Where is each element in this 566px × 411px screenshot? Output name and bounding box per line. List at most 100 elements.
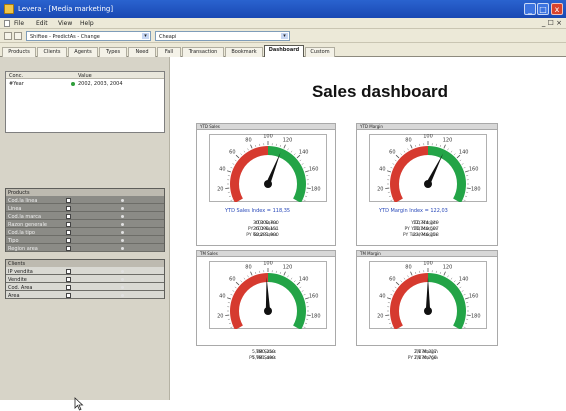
gauge-hub (264, 180, 272, 188)
filter-row-label: Cod.la linea (8, 198, 37, 204)
gauge-major-tick (387, 171, 391, 172)
gauge-tick-label: 40 (219, 167, 225, 173)
stat-value: 60,281,900 (253, 233, 279, 238)
close-button[interactable]: x (551, 3, 563, 15)
gauge-minor-tick (229, 323, 231, 324)
checkbox[interactable] (66, 238, 71, 243)
tab-clients[interactable]: Clients (37, 47, 67, 57)
filter-row[interactable]: Cod.la tipo (6, 229, 164, 236)
checkbox[interactable] (66, 222, 71, 227)
tab-agents[interactable]: Agents (68, 47, 98, 57)
gauge-minor-tick (395, 287, 397, 288)
list-item[interactable]: #Year 2002, 2003, 2004 (6, 80, 164, 87)
chevron-down-icon[interactable]: ▾ (142, 33, 149, 39)
gauge-minor-tick (451, 151, 452, 153)
filter-row-label: Cod.la tipo (8, 230, 35, 236)
filter-row[interactable]: Cod.la linea (6, 197, 164, 204)
gauge-minor-tick (454, 281, 455, 282)
filter-row[interactable]: IP vendita (6, 268, 164, 275)
gauge-stats-tm-sales: TM Sales5,880,250 PY TM Sales5,981,490 (210, 350, 320, 362)
checkbox[interactable] (66, 277, 71, 282)
dashboard-title: Sales dashboard (280, 82, 480, 102)
filter-row[interactable]: Tipo (6, 237, 164, 244)
checkbox[interactable] (66, 246, 71, 251)
gauge-major-tick (236, 282, 239, 285)
radio-dot-icon[interactable] (121, 239, 124, 242)
current-selections-box[interactable]: Conc. Value #Year 2002, 2003, 2004 (5, 71, 165, 133)
filter-row[interactable]: Area (6, 292, 164, 299)
gauge-minor-tick (300, 287, 302, 288)
gauge-index-caption: YTD Sales Index = 118,35 (225, 208, 290, 214)
minimize-button[interactable]: _ (524, 3, 536, 15)
gauge-needle (426, 277, 430, 311)
menu-view[interactable]: View (58, 20, 72, 27)
radio-dot-icon[interactable] (121, 207, 124, 210)
gauge-minor-tick (464, 167, 466, 168)
view-combo[interactable]: Cheapi ▾ (155, 31, 290, 41)
checkbox[interactable] (66, 285, 71, 290)
menu-edit[interactable]: Edit (36, 20, 48, 27)
gauge-minor-tick (300, 160, 302, 161)
open-icon[interactable] (4, 32, 12, 40)
gauge-hub (264, 307, 272, 315)
radio-dot-icon[interactable] (121, 231, 124, 234)
filter-row[interactable]: Linea (6, 205, 164, 212)
gauge-red-band (390, 146, 428, 202)
tab-need[interactable]: Need (128, 47, 156, 57)
context-combo[interactable]: Shiftee - PredictAs - Change ▾ (26, 31, 151, 41)
gauge-minor-tick (391, 327, 393, 328)
radio-dot-icon[interactable] (121, 247, 124, 250)
tab-transaction[interactable]: Transaction (182, 47, 224, 57)
gauge-minor-tick (291, 151, 292, 153)
radio-dot-icon[interactable] (121, 270, 124, 273)
filter-row[interactable]: Razon generale (6, 221, 164, 228)
save-icon[interactable] (14, 32, 22, 40)
filter-row[interactable]: Cod.la marca (6, 213, 164, 220)
radio-dot-icon[interactable] (121, 286, 124, 289)
gauge-tick-label: 100 (423, 261, 433, 267)
gauge-minor-tick (231, 167, 233, 168)
maximize-button[interactable]: □ (537, 3, 549, 15)
gauge-minor-tick (415, 272, 416, 274)
menu-file[interactable]: File (14, 20, 24, 27)
chevron-down-icon[interactable]: ▾ (281, 33, 288, 39)
gauge-minor-tick (454, 154, 455, 155)
gauge-tick-label: 20 (377, 314, 383, 320)
stat-value: 5,981,490 (252, 356, 275, 361)
list-item-name: #Year (9, 81, 24, 87)
gauge-minor-tick (392, 291, 394, 292)
gauge-major-tick (227, 298, 231, 299)
filter-row[interactable]: Vendite (6, 276, 164, 283)
gauge-major-tick (411, 145, 413, 149)
tab-types[interactable]: Types (99, 47, 127, 57)
stat-row: PY Total Margin23,946,258 (371, 233, 481, 239)
radio-dot-icon[interactable] (121, 278, 124, 281)
tab-bookmark[interactable]: Bookmark (225, 47, 263, 57)
gauge-major-tick (284, 272, 286, 276)
radio-dot-icon[interactable] (121, 294, 124, 297)
products-title-text: Products (8, 190, 30, 196)
tab-dashboard[interactable]: Dashboard (264, 45, 304, 57)
filter-row[interactable]: Region area (6, 245, 164, 252)
tab-fall[interactable]: Fall (157, 47, 181, 57)
tab-products[interactable]: Products (2, 47, 36, 57)
checkbox[interactable] (66, 269, 71, 274)
checkbox[interactable] (66, 206, 71, 211)
gauge-header-text: YTD Sales (200, 124, 220, 129)
radio-dot-icon[interactable] (121, 215, 124, 218)
tab-custom[interactable]: Custom (305, 47, 335, 57)
checkbox[interactable] (66, 214, 71, 219)
checkbox[interactable] (66, 198, 71, 203)
gauge-stats: YTD Sales30,800,700 PY YTD Sales26,096,1… (211, 221, 321, 239)
gauge-major-tick (227, 171, 231, 172)
filter-row-label: Vendite (8, 277, 27, 283)
filter-row[interactable]: Cod. Area (6, 284, 164, 291)
menu-help[interactable]: Help (80, 20, 94, 27)
listbox-header: Conc. Value (6, 72, 164, 79)
radio-dot-icon[interactable] (121, 223, 124, 226)
checkbox[interactable] (66, 230, 71, 235)
checkbox[interactable] (66, 293, 71, 298)
filter-row-label: Region area (8, 246, 38, 252)
radio-dot-icon[interactable] (121, 199, 124, 202)
mdi-window-controls[interactable]: _ ☐ × (542, 19, 562, 27)
